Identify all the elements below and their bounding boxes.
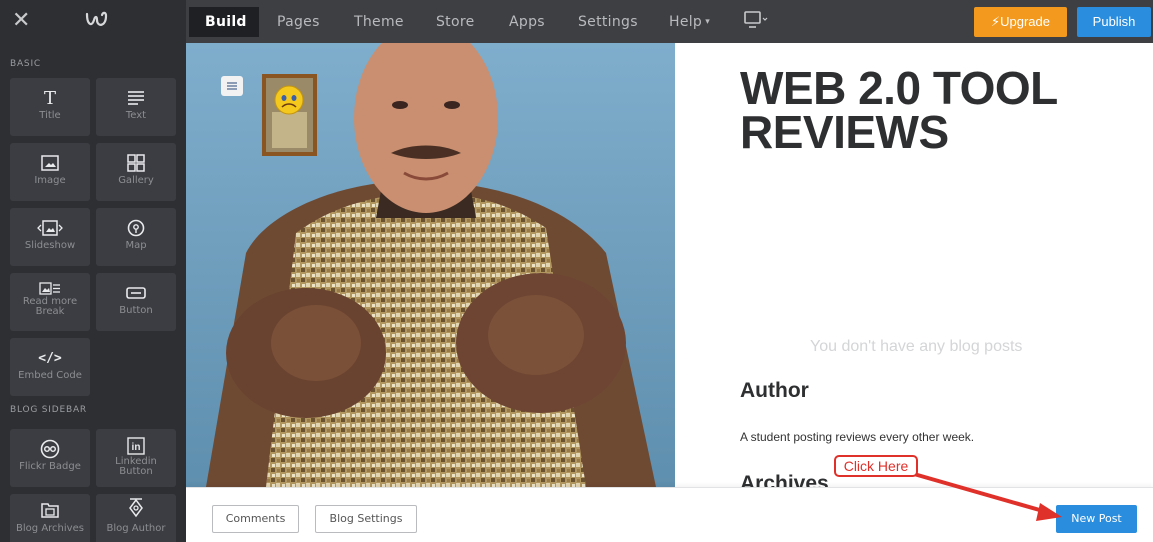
blog-bottom-bar: Comments Blog Settings <box>186 487 1153 542</box>
lightning-icon: ⚡ <box>990 15 1001 30</box>
linkedin-icon: in <box>96 436 176 456</box>
element-flickr-badge[interactable]: Flickr Badge <box>10 429 90 487</box>
element-title[interactable]: T Title <box>10 78 90 136</box>
flickr-icon <box>10 439 90 459</box>
element-text-label: Text <box>125 110 147 121</box>
map-icon <box>96 218 176 238</box>
chevron-down-icon: ▾ <box>702 17 711 27</box>
tab-settings[interactable]: Settings <box>578 11 638 33</box>
blog-author-icon <box>96 498 176 518</box>
tab-help[interactable]: Help ▾ <box>669 11 710 33</box>
element-read-more[interactable]: Read more Break <box>10 273 90 331</box>
slideshow-icon <box>10 218 90 238</box>
element-flickr-label: Flickr Badge <box>19 461 81 472</box>
element-map[interactable]: Map <box>96 208 176 266</box>
element-blog-author-label: Blog Author <box>106 523 166 534</box>
svg-text:in: in <box>132 442 141 453</box>
top-toolbar: ✕ Build Pages Theme Store Apps Settings … <box>0 0 1153 43</box>
element-text[interactable]: Text <box>96 78 176 136</box>
publish-button[interactable]: Publish <box>1077 7 1151 37</box>
element-image-label: Image <box>34 175 66 186</box>
archives-heading[interactable]: Archives <box>740 472 829 488</box>
button-icon <box>96 283 176 303</box>
header-photo[interactable] <box>186 43 675 487</box>
element-linkedin-label: Linkedin Button <box>115 456 157 477</box>
image-icon <box>10 153 90 173</box>
gallery-icon <box>96 153 176 173</box>
author-description[interactable]: A student posting reviews every other we… <box>740 430 974 444</box>
upgrade-button[interactable]: ⚡Upgrade <box>974 7 1067 37</box>
hamburger-icon <box>227 82 237 90</box>
empty-posts-message: You don't have any blog posts <box>810 338 1023 355</box>
sad-face-portrait-icon <box>266 78 313 152</box>
tab-theme[interactable]: Theme <box>354 11 404 33</box>
framed-portrait-image[interactable] <box>262 74 317 156</box>
close-icon[interactable]: ✕ <box>12 9 30 33</box>
element-embed-code[interactable]: </> Embed Code <box>10 338 90 396</box>
weebly-logo-icon[interactable] <box>84 7 110 33</box>
element-gallery[interactable]: Gallery <box>96 143 176 201</box>
element-sidebar: BASIC T Title Text Image Gallery Slidesh… <box>0 43 186 542</box>
blog-settings-button[interactable]: Blog Settings <box>315 505 417 533</box>
section-label-basic: BASIC <box>10 59 41 69</box>
author-heading[interactable]: Author <box>740 379 809 403</box>
tab-build[interactable]: Build <box>205 11 247 33</box>
tab-store[interactable]: Store <box>436 11 475 33</box>
element-blog-archives[interactable]: Blog Archives <box>10 494 90 542</box>
muscular-man-photo <box>186 43 675 487</box>
element-linkedin-button[interactable]: in Linkedin Button <box>96 429 176 487</box>
new-post-button[interactable]: New Post <box>1056 505 1137 533</box>
element-blog-author[interactable]: Blog Author <box>96 494 176 542</box>
element-slideshow-label: Slideshow <box>24 240 76 251</box>
element-title-label: Title <box>39 110 61 121</box>
element-slideshow[interactable]: Slideshow <box>10 208 90 266</box>
text-icon <box>96 88 176 108</box>
element-button[interactable]: Button <box>96 273 176 331</box>
element-button-label: Button <box>119 305 153 316</box>
comments-button[interactable]: Comments <box>212 505 299 533</box>
title-icon: T <box>43 87 56 109</box>
blog-archives-icon <box>10 500 90 520</box>
tab-help-label: Help <box>669 14 703 30</box>
element-image[interactable]: Image <box>10 143 90 201</box>
element-read-more-label: Read more Break <box>22 296 78 317</box>
tab-pages[interactable]: Pages <box>277 11 320 33</box>
element-embed-code-label: Embed Code <box>18 370 82 381</box>
element-gallery-label: Gallery <box>118 175 154 186</box>
element-blog-archives-label: Blog Archives <box>16 523 84 534</box>
element-map-label: Map <box>125 240 147 251</box>
blog-title[interactable]: WEB 2.0 TOOL REVIEWS <box>740 65 1140 155</box>
tab-apps[interactable]: Apps <box>509 11 545 33</box>
desktop-icon[interactable] <box>744 11 770 31</box>
embed-code-icon: </> <box>38 350 62 366</box>
section-label-blog-sidebar: BLOG SIDEBAR <box>10 405 87 415</box>
block-menu-handle[interactable] <box>221 76 243 96</box>
click-here-callout: Click Here <box>834 455 918 477</box>
upgrade-label: Upgrade <box>1000 14 1050 29</box>
